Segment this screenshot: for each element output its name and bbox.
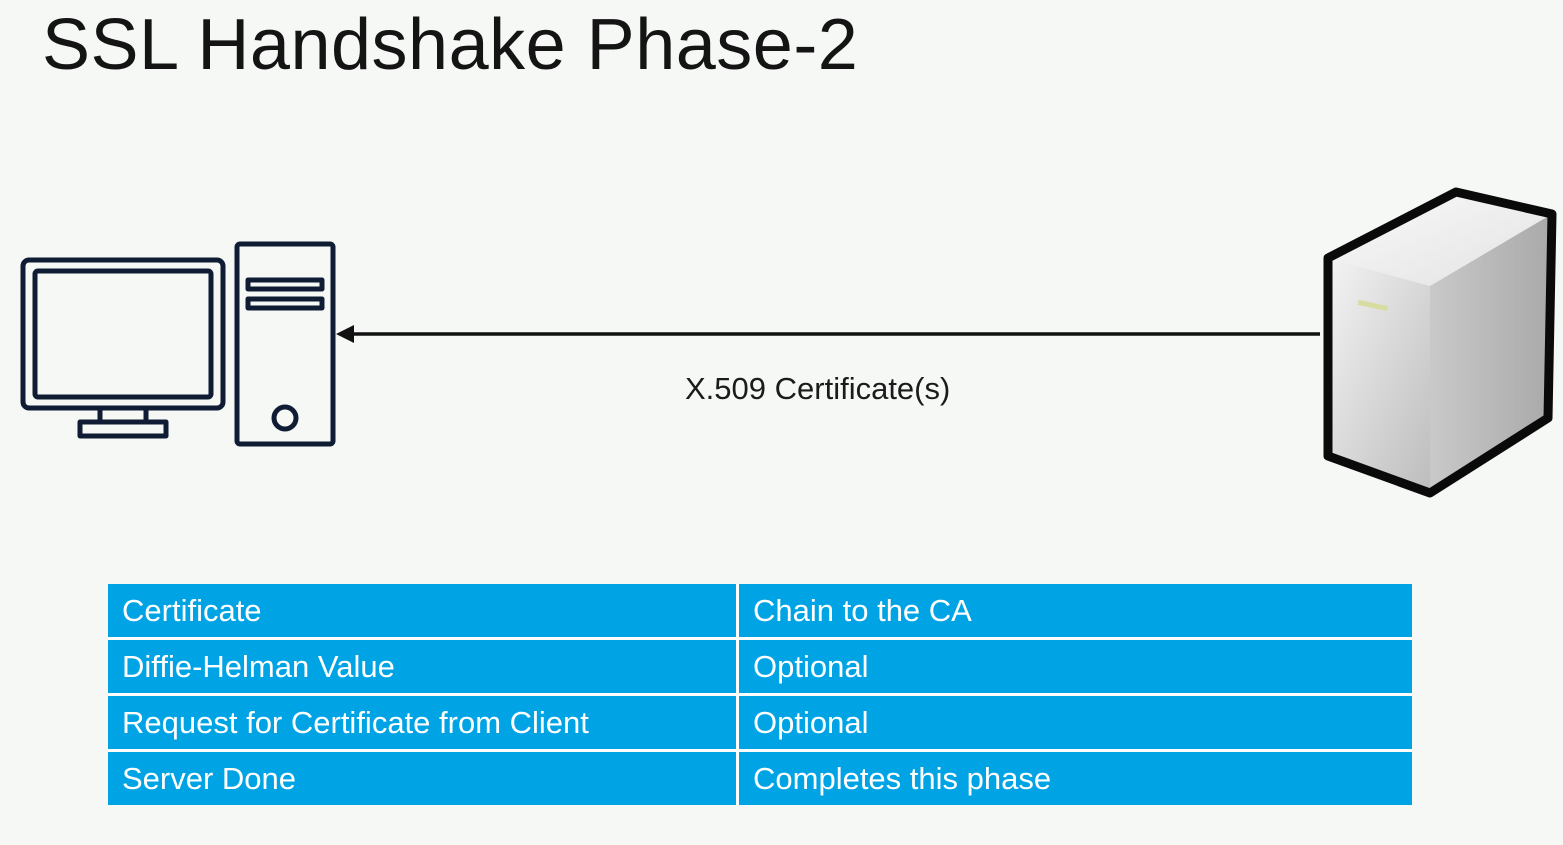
slide-title: SSL Handshake Phase-2 xyxy=(42,5,859,85)
client-computer-icon xyxy=(18,240,338,455)
arrow-label: X.509 Certificate(s) xyxy=(685,371,951,406)
message-name-cell: Request for Certificate from Client xyxy=(108,693,736,749)
handshake-messages-table: Certificate Chain to the CA Diffie-Helma… xyxy=(108,584,1412,805)
certificate-arrow xyxy=(334,322,1324,351)
message-note-cell: Chain to the CA xyxy=(736,584,1412,637)
message-note-cell: Completes this phase xyxy=(736,749,1412,805)
table-row: Certificate Chain to the CA xyxy=(108,584,1412,637)
message-name-cell: Server Done xyxy=(108,749,736,805)
message-name-cell: Diffie-Helman Value xyxy=(108,637,736,693)
message-note-cell: Optional xyxy=(736,693,1412,749)
message-name-cell: Certificate xyxy=(108,584,736,637)
table-row: Diffie-Helman Value Optional xyxy=(108,637,1412,693)
table-row: Server Done Completes this phase xyxy=(108,749,1412,805)
server-tower-icon xyxy=(1318,186,1563,506)
message-note-cell: Optional xyxy=(736,637,1412,693)
table-row: Request for Certificate from Client Opti… xyxy=(108,693,1412,749)
